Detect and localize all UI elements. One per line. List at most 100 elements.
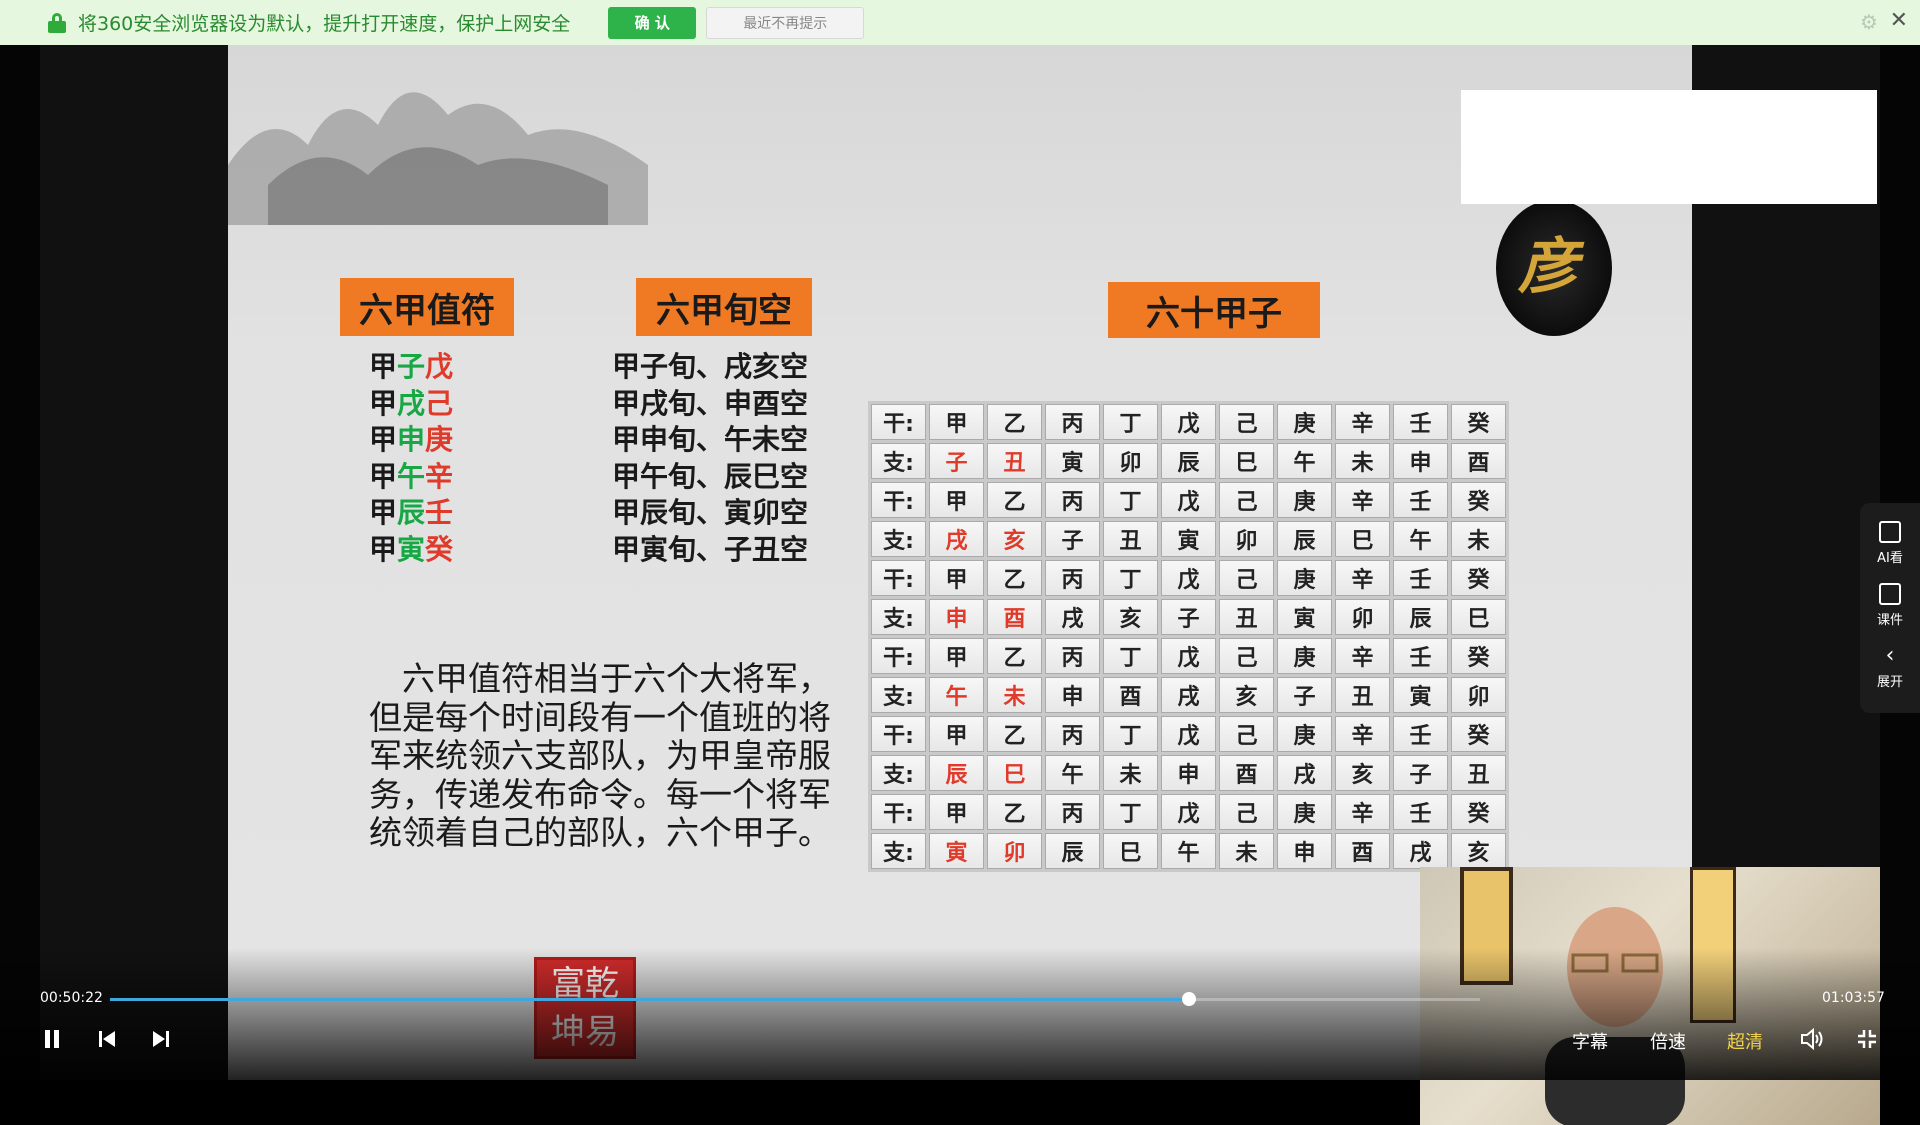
jiazi-row-label: 干: — [871, 482, 926, 518]
jiazi-cell: 卯 — [1451, 677, 1506, 713]
previous-icon[interactable] — [96, 1028, 118, 1050]
exit-fullscreen-icon[interactable] — [1856, 1028, 1878, 1050]
xunkong-row: 甲寅旬、子丑空 — [612, 532, 809, 566]
close-icon[interactable]: ✕ — [1890, 10, 1908, 32]
jiazi-cell: 乙 — [987, 482, 1042, 518]
lock-icon — [48, 12, 66, 33]
jiazi-cell: 戌 — [929, 521, 984, 557]
jiazi-cell: 丙 — [1045, 716, 1100, 752]
jiazi-cell: 亥 — [1103, 599, 1158, 635]
jiazi-cell: 丙 — [1045, 560, 1100, 596]
jiazi-cell: 丁 — [1103, 794, 1158, 830]
jiazi-cell: 己 — [1219, 482, 1274, 518]
header-liujia-xunkong: 六甲旬空 — [636, 278, 812, 336]
xunkong-row: 甲申旬、午未空 — [612, 423, 809, 457]
player-controls — [0, 948, 1920, 1080]
progress-played — [110, 998, 1189, 1001]
courseware-icon — [1879, 583, 1901, 605]
jiazi-cell: 辛 — [1335, 560, 1390, 596]
jiazi-cell: 辛 — [1335, 794, 1390, 830]
jiazi-row-label: 支: — [871, 521, 926, 557]
dismiss-button[interactable]: 最近不再提示 — [706, 6, 865, 39]
jiazi-row-label: 干: — [871, 716, 926, 752]
jiazi-cell: 卯 — [987, 833, 1042, 869]
jiazi-cell: 亥 — [987, 521, 1042, 557]
jiazi-cell: 庚 — [1277, 404, 1332, 440]
jiazi-cell: 己 — [1219, 638, 1274, 674]
jiazi-cell: 甲 — [929, 716, 984, 752]
jiazi-row-label: 干: — [871, 404, 926, 440]
jiazi-cell: 甲 — [929, 638, 984, 674]
courseware-button[interactable]: 课件 — [1860, 583, 1920, 628]
jiazi-cell: 丙 — [1045, 638, 1100, 674]
jiazi-cell: 辛 — [1335, 638, 1390, 674]
jiazi-row-label: 支: — [871, 599, 926, 635]
confirm-button[interactable]: 确 认 — [608, 6, 697, 39]
volume-icon[interactable] — [1799, 1027, 1825, 1051]
blank-panel — [1461, 90, 1877, 204]
jiazi-cell: 癸 — [1451, 716, 1506, 752]
jiazi-row-label: 支: — [871, 833, 926, 869]
jiazi-cell: 丁 — [1103, 404, 1158, 440]
jiazi-cell: 癸 — [1451, 404, 1506, 440]
jiazi-cell: 壬 — [1393, 638, 1448, 674]
explanation-paragraph: 六甲值符相当于六个大将军，但是每个时间段有一个值班的将军来统领六支部队，为甲皇帝… — [369, 659, 831, 852]
jiazi-cell: 巳 — [1335, 521, 1390, 557]
xunkong-row: 甲午旬、辰巳空 — [612, 459, 809, 493]
jiazi-cell: 己 — [1219, 716, 1274, 752]
jiazi-cell: 巳 — [1103, 833, 1158, 869]
progress-bar[interactable] — [110, 992, 1480, 1006]
jiazi-cell: 壬 — [1393, 482, 1448, 518]
jiazi-cell: 巳 — [1219, 443, 1274, 479]
jiazi-row-label: 支: — [871, 443, 926, 479]
jiazi-cell: 庚 — [1277, 794, 1332, 830]
quality-button[interactable]: 超清 — [1727, 1028, 1763, 1054]
jiazi-cell: 戊 — [1161, 638, 1216, 674]
jiazi-cell: 戌 — [1277, 755, 1332, 791]
video-player[interactable]: 六甲值符 甲子戊 甲戌己 甲申庚 甲午辛 甲辰壬 甲寅癸 六甲旬空 甲子旬、戌亥… — [0, 45, 1920, 1125]
jiazi-row: 支: 午未申酉戌亥子丑寅卯 — [871, 677, 1506, 713]
jiazi-cell: 丁 — [1103, 638, 1158, 674]
jiazi-cell: 丑 — [1451, 755, 1506, 791]
jiazi-cell: 戌 — [1393, 833, 1448, 869]
jiazi-cell: 庚 — [1277, 638, 1332, 674]
jiazi-cell: 乙 — [987, 404, 1042, 440]
speed-button[interactable]: 倍速 — [1650, 1028, 1686, 1054]
jiazi-cell: 癸 — [1451, 794, 1506, 830]
jiazi-cell: 酉 — [1335, 833, 1390, 869]
jiazi-cell: 酉 — [987, 599, 1042, 635]
pause-icon[interactable] — [42, 1028, 62, 1050]
jiazi-row: 支: 寅卯辰巳午未申酉戌亥 — [871, 833, 1506, 869]
jiazi-cell: 申 — [1277, 833, 1332, 869]
expand-button[interactable]: ‹ 展开 — [1860, 645, 1920, 691]
jiazi-cell: 丑 — [1103, 521, 1158, 557]
gear-icon[interactable]: ⚙ — [1860, 12, 1880, 32]
jiazi-cell: 寅 — [1045, 443, 1100, 479]
jiazi-cell: 戌 — [1045, 599, 1100, 635]
jiazi-cell: 丑 — [987, 443, 1042, 479]
jiazi-cell: 乙 — [987, 794, 1042, 830]
jiazi-row-label: 干: — [871, 794, 926, 830]
ai-view-button[interactable]: AI看 — [1860, 521, 1920, 566]
zhifu-row: 甲子戊 — [369, 350, 454, 383]
subtitle-button[interactable]: 字幕 — [1572, 1028, 1608, 1054]
xunkong-row: 甲辰旬、寅卯空 — [612, 496, 809, 530]
jiazi-cell: 庚 — [1277, 482, 1332, 518]
zhifu-row: 甲寅癸 — [369, 532, 454, 566]
jiazi-cell: 戊 — [1161, 404, 1216, 440]
default-browser-bar: 将360安全浏览器设为默认，提升打开速度，保护上网安全 确 认 最近不再提示 ⚙… — [0, 0, 1920, 46]
next-icon[interactable] — [150, 1028, 172, 1050]
progress-knob[interactable] — [1182, 992, 1196, 1006]
jiazi-cell: 辛 — [1335, 404, 1390, 440]
jiazi-row-label: 干: — [871, 638, 926, 674]
jiazi-cell: 戊 — [1161, 482, 1216, 518]
zhifu-row: 甲申庚 — [369, 423, 454, 457]
jiazi-cell: 己 — [1219, 404, 1274, 440]
jiazi-cell: 子 — [1161, 599, 1216, 635]
header-liujia-zhifu: 六甲值符 — [340, 278, 514, 336]
sixty-jiazi-table: 干: 甲乙丙丁戊己庚辛壬癸支: 子丑寅卯辰巳午未申酉干: 甲乙丙丁戊己庚辛壬癸支: 戌亥… — [868, 401, 1509, 872]
jiazi-cell: 戊 — [1161, 794, 1216, 830]
mountain-painting — [228, 92, 648, 225]
jiazi-row: 干: 甲乙丙丁戊己庚辛壬癸 — [871, 716, 1506, 752]
jiazi-cell: 寅 — [1277, 599, 1332, 635]
